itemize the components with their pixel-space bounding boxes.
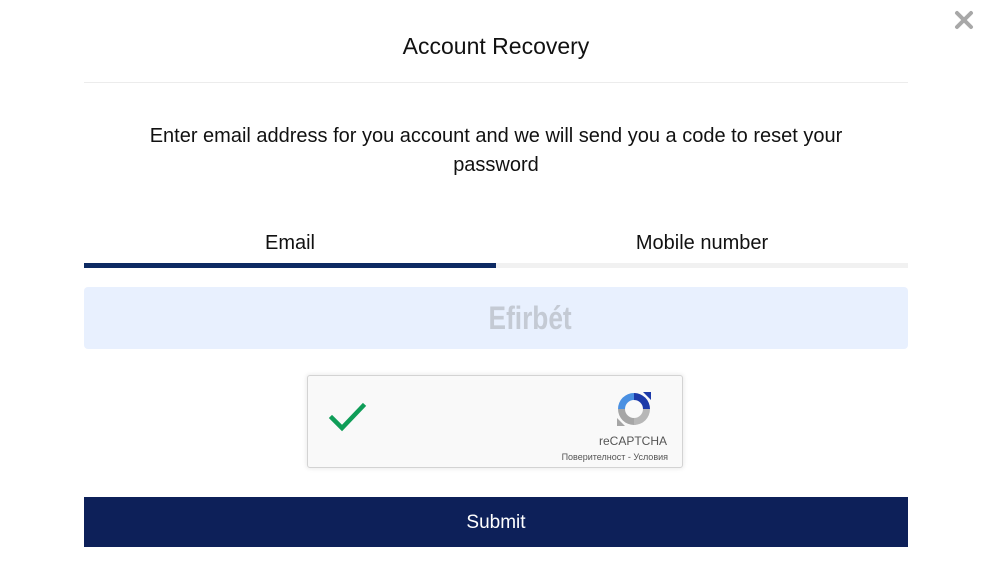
recovery-method-tabs: Email Mobile number (84, 228, 908, 268)
recaptcha-logo-icon (613, 388, 655, 430)
tab-mobile-number-indicator (496, 263, 908, 268)
terms-link[interactable]: Условия (633, 452, 668, 462)
account-recovery-dialog: Account Recovery Enter email address for… (0, 0, 992, 584)
recaptcha-links: Поверителност - Условия (562, 452, 668, 462)
submit-button[interactable]: Submit (84, 497, 908, 547)
tab-email-indicator (84, 263, 496, 268)
recaptcha-label: reCAPTCHA (598, 434, 667, 448)
instruction-text: Enter email address for you account and … (149, 125, 843, 176)
close-icon[interactable] (954, 10, 974, 30)
dialog-title: Account Recovery (402, 33, 590, 59)
email-input-area[interactable]: Efirbét (84, 287, 908, 349)
check-icon[interactable] (328, 400, 368, 436)
recaptcha-widget: reCAPTCHA Поверителност - Условия (307, 375, 683, 468)
title-divider (84, 82, 908, 83)
tab-mobile-number[interactable]: Mobile number (496, 228, 908, 268)
privacy-link[interactable]: Поверителност (562, 452, 626, 462)
brand-watermark: Efirbét (488, 299, 572, 336)
tab-email[interactable]: Email (84, 228, 496, 268)
tab-mobile-number-label: Mobile number (635, 232, 769, 254)
tab-email-label: Email (264, 232, 315, 254)
